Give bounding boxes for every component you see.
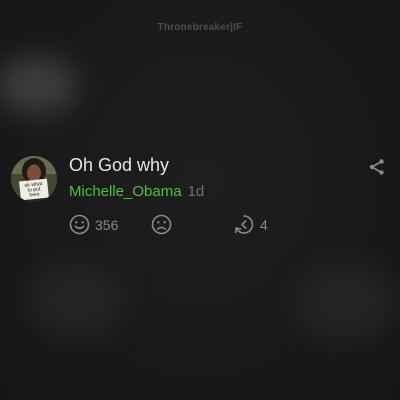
smile-icon — [69, 214, 90, 235]
share-icon — [369, 159, 384, 175]
blurred-post-right — [296, 262, 396, 342]
sign-line-3: here — [29, 191, 40, 198]
reply-count: 4 — [260, 216, 268, 233]
dislike-button[interactable] — [151, 214, 172, 235]
blurred-post-left — [28, 262, 124, 338]
frown-icon — [151, 214, 172, 235]
blurred-post-avatar — [0, 56, 78, 114]
post-age: 1d — [187, 183, 205, 200]
avatar-image: ok what to put here — [11, 156, 57, 202]
avatar[interactable]: ok what to put here — [11, 156, 57, 202]
share-button[interactable] — [368, 158, 386, 176]
reply-icon — [234, 215, 254, 234]
reply-button[interactable]: 4 — [233, 214, 268, 235]
post-title[interactable]: Oh God why — [69, 155, 169, 176]
app-screen: Thronebreaker|IF ok what to put here Oh … — [0, 0, 400, 400]
like-count: 356 — [95, 216, 119, 233]
author-name[interactable]: Michelle_Obama — [69, 183, 182, 200]
like-button[interactable]: 356 — [69, 214, 118, 235]
watermark-text: Thronebreaker|IF — [157, 22, 243, 33]
post-meta: Michelle_Obama 1d — [69, 183, 204, 200]
post-card[interactable]: ok what to put here Oh God why Michelle_… — [0, 152, 400, 242]
